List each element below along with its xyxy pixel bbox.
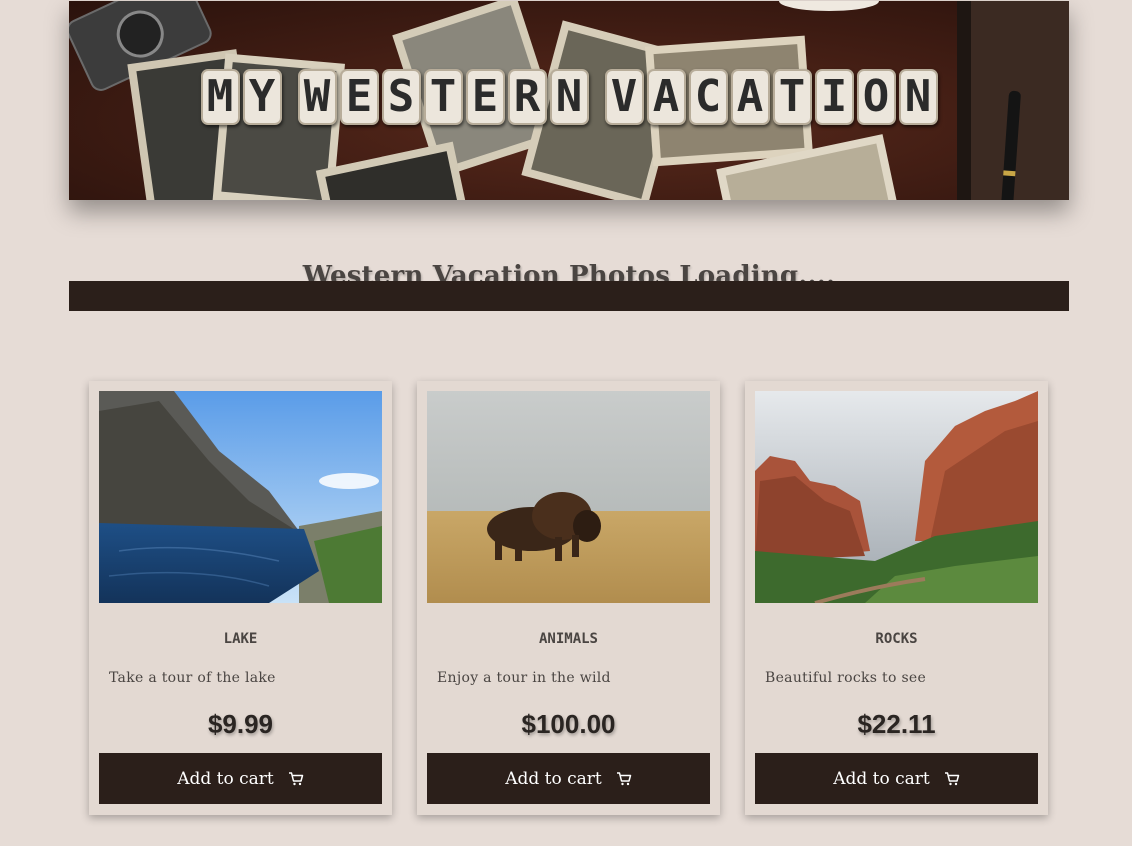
product-image-rocks [755, 391, 1038, 603]
product-description: Enjoy a tour in the wild [437, 670, 611, 686]
title-letter: R [507, 69, 547, 125]
title-letter: N [898, 69, 938, 125]
product-price: $100.00 [521, 709, 616, 739]
add-to-cart-label: Add to cart [177, 768, 274, 789]
title-space [592, 69, 602, 121]
title-letter: E [465, 69, 505, 125]
shopping-cart-icon [288, 771, 304, 786]
title-letter: S [381, 69, 421, 125]
title-letter: A [646, 69, 686, 125]
loading-progress-fill [69, 281, 1069, 311]
header-banner: M Y W E S T E R N V A C A T I O N [69, 1, 1069, 200]
title-letter: E [339, 69, 379, 125]
add-to-cart-button-animals[interactable]: Add to cart [427, 753, 710, 804]
title-letter: V [604, 69, 644, 125]
title-letter: Y [242, 69, 282, 125]
add-to-cart-button-rocks[interactable]: Add to cart [755, 753, 1038, 804]
product-name: ANIMALS [538, 631, 598, 647]
product-card-lake: LAKE Take a tour of the lake $9.99 Add t… [89, 381, 392, 815]
title-letter: I [814, 69, 854, 125]
product-image-lake [99, 391, 382, 603]
shopping-cart-icon [616, 771, 632, 786]
product-name: ROCKS [875, 631, 918, 647]
product-card-rocks: ROCKS Beautiful rocks to see $22.11 Add … [745, 381, 1048, 815]
title-letter: T [772, 69, 812, 125]
banner-title: M Y W E S T E R N V A C A T I O N [69, 69, 1069, 125]
add-to-cart-button-lake[interactable]: Add to cart [99, 753, 382, 804]
loading-progress-bar [69, 281, 1069, 311]
add-to-cart-label: Add to cart [505, 768, 602, 789]
product-price: $22.11 [857, 709, 936, 739]
product-description: Beautiful rocks to see [765, 670, 927, 686]
product-description: Take a tour of the lake [109, 670, 276, 686]
title-letter: C [688, 69, 728, 125]
title-space [285, 69, 295, 121]
add-to-cart-label: Add to cart [833, 768, 930, 789]
title-letter: T [423, 69, 463, 125]
title-letter: A [730, 69, 770, 125]
product-price: $9.99 [207, 709, 274, 739]
title-letter: N [549, 69, 589, 125]
product-image-animals [427, 391, 710, 603]
title-letter: O [856, 69, 896, 125]
title-letter: W [297, 69, 337, 125]
product-name: LAKE [223, 631, 258, 647]
title-letter: M [200, 69, 240, 125]
shopping-cart-icon [944, 771, 960, 786]
product-card-animals: ANIMALS Enjoy a tour in the wild $100.00… [417, 381, 720, 815]
